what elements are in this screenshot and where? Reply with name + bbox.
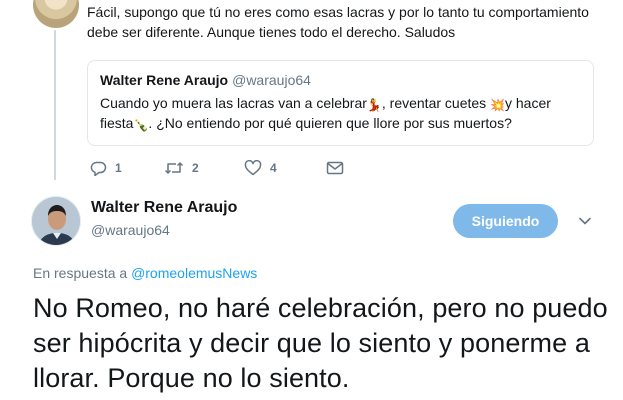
like-button[interactable]: 4	[244, 160, 326, 176]
author-name[interactable]: Walter Rene Araujo	[91, 199, 237, 217]
bottle-emoji: 🍾	[133, 118, 149, 132]
reply-to-link[interactable]: @romeolemusNews	[131, 265, 257, 281]
reply-count: 1	[115, 161, 122, 175]
like-count: 4	[270, 161, 277, 175]
thread-line	[54, 30, 56, 180]
chevron-down-icon	[578, 215, 592, 232]
reply-prefix: En respuesta a	[33, 265, 132, 281]
envelope-icon	[326, 161, 344, 175]
tweet-menu-button[interactable]	[578, 214, 592, 228]
reply-button[interactable]: 1	[90, 160, 164, 176]
tweet-actions: 1 2 4	[90, 158, 344, 178]
quoted-author-name: Walter Rene Araujo	[100, 72, 229, 88]
direct-message-button[interactable]	[326, 161, 344, 175]
quoted-tweet-header: Walter Rene Araujo @waraujo64	[100, 71, 581, 89]
following-button[interactable]: Siguiendo	[453, 204, 558, 238]
retweet-icon	[164, 160, 184, 176]
quoted-author-handle: @waraujo64	[232, 72, 311, 88]
quoted-tweet-text: Cuando yo muera las lacras van a celebra…	[100, 93, 581, 133]
quoted-text-part: . ¿No entiendo por qué quieren que llore…	[148, 115, 512, 131]
previous-tweet: Fácil, supongo que tú no eres como esas …	[0, 0, 623, 185]
reply-context: En respuesta a @romeolemusNews	[33, 265, 257, 281]
tweet-text: No Romeo, no haré celebración, pero no p…	[33, 293, 608, 393]
person-icon	[32, 197, 80, 245]
retweet-count: 2	[192, 161, 199, 175]
dancer-emoji: 💃	[366, 98, 382, 112]
quoted-text-part: Cuando yo muera las lacras van a celebra…	[100, 95, 367, 111]
author-handle[interactable]: @waraujo64	[91, 222, 170, 238]
heart-icon	[244, 160, 262, 176]
avatar[interactable]	[33, 0, 79, 28]
tweet-text: Fácil, supongo que tú no eres como esas …	[87, 4, 589, 40]
retweet-button[interactable]: 2	[164, 160, 244, 176]
reply-icon	[90, 160, 107, 176]
quoted-text-part: , reventar cuetes	[381, 95, 487, 111]
avatar[interactable]	[31, 196, 81, 246]
quoted-tweet[interactable]: Walter Rene Araujo @waraujo64 Cuando yo m…	[87, 60, 594, 146]
collision-emoji: 💥	[490, 98, 505, 112]
